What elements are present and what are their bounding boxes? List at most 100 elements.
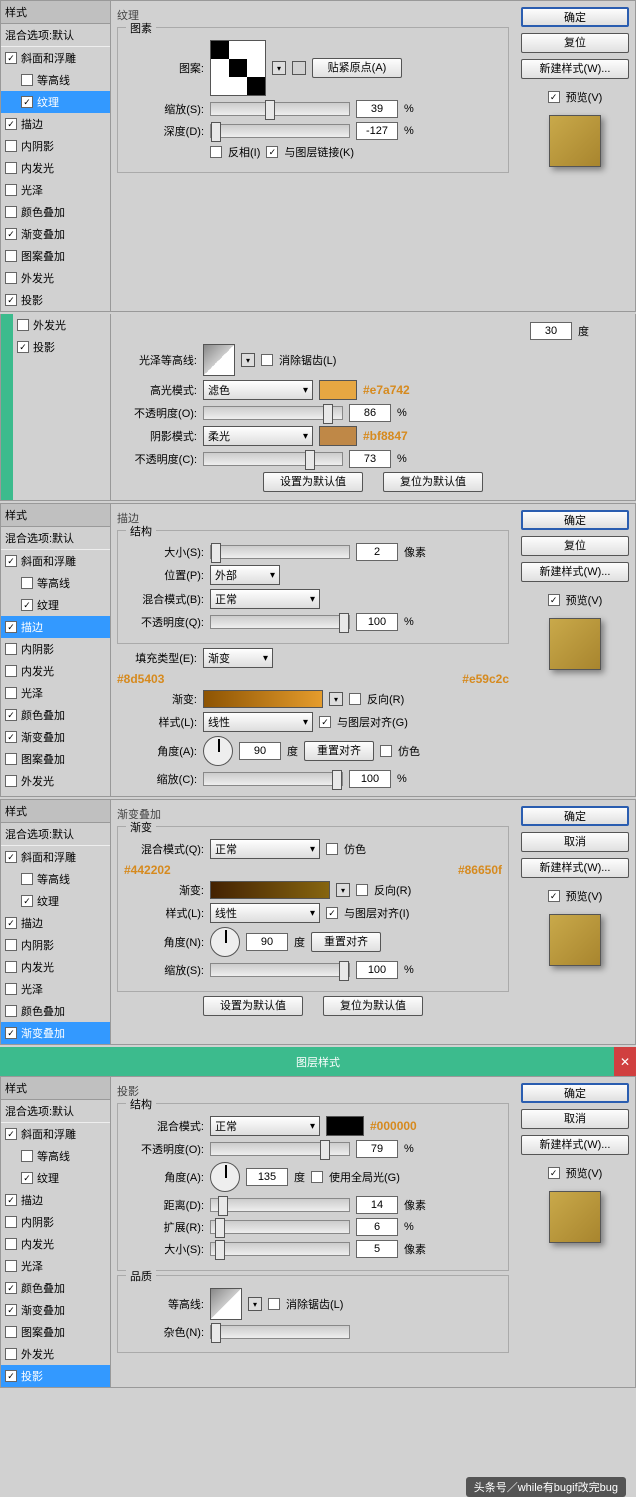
fill-type-select[interactable]: 渐变 [203, 648, 273, 668]
gradient-swatch[interactable] [203, 690, 323, 708]
preview-checkbox[interactable] [548, 91, 560, 103]
invert-checkbox[interactable] [210, 146, 222, 158]
angle-dial[interactable] [210, 1162, 240, 1192]
reset-button[interactable]: 复位 [521, 33, 629, 53]
antialias-checkbox[interactable] [268, 1298, 280, 1310]
style-drop-shadow[interactable]: 投影 [1, 1365, 110, 1387]
style-inner-glow[interactable]: 内发光 [1, 157, 110, 179]
ok-button[interactable]: 确定 [521, 1083, 629, 1103]
checkbox[interactable] [21, 96, 33, 108]
close-button[interactable]: ✕ [614, 1047, 636, 1076]
pattern-swatch[interactable] [210, 40, 266, 96]
style-stroke[interactable]: 描边 [1, 616, 110, 638]
gloss-contour[interactable] [203, 344, 235, 376]
blend-mode-select[interactable]: 正常 [210, 589, 320, 609]
position-select[interactable]: 外部 [210, 565, 280, 585]
scale-input[interactable]: 39 [356, 100, 398, 118]
checkbox[interactable] [17, 341, 29, 353]
checkbox[interactable] [5, 228, 17, 240]
style-gradient-overlay[interactable]: 渐变叠加 [1, 1022, 110, 1044]
ok-button[interactable]: 确定 [521, 806, 629, 826]
new-style-button[interactable]: 新建样式(W)... [521, 1135, 629, 1155]
style-texture[interactable]: 纹理 [1, 91, 110, 113]
style-gradient-overlay[interactable]: 渐变叠加 [1, 223, 110, 245]
depth-input[interactable]: -127 [356, 122, 398, 140]
ok-button[interactable]: 确定 [521, 7, 629, 27]
cancel-button[interactable]: 取消 [521, 1109, 629, 1129]
contour-swatch[interactable] [210, 1288, 242, 1320]
style-bevel[interactable]: 斜面和浮雕 [1, 47, 110, 69]
checkbox[interactable] [17, 319, 29, 331]
set-default-button[interactable]: 设置为默认值 [263, 472, 363, 492]
snap-origin-button[interactable]: 贴紧原点(A) [312, 58, 402, 78]
checkbox[interactable] [5, 184, 17, 196]
style-contour[interactable]: 等高线 [1, 69, 110, 91]
angle-dial[interactable] [210, 927, 240, 957]
new-style-button[interactable]: 新建样式(W)... [521, 858, 629, 878]
highlight-opacity-input[interactable]: 86 [349, 404, 391, 422]
shadow-color[interactable] [326, 1116, 364, 1136]
style-outer-glow[interactable]: 外发光 [13, 314, 110, 336]
checkbox[interactable] [5, 162, 17, 174]
reverse-checkbox[interactable] [356, 884, 368, 896]
style-pattern-overlay[interactable]: 图案叠加 [1, 245, 110, 267]
highlight-color[interactable] [319, 380, 357, 400]
angle-dial[interactable] [203, 736, 233, 766]
style-select[interactable]: 线性 [210, 903, 320, 923]
align-checkbox[interactable] [319, 716, 331, 728]
cancel-button[interactable]: 取消 [521, 832, 629, 852]
style-outer-glow[interactable]: 外发光 [1, 267, 110, 289]
style-drop-shadow[interactable]: 投影 [1, 289, 110, 311]
antialias-checkbox[interactable] [261, 354, 273, 366]
ok-button[interactable]: 确定 [521, 510, 629, 530]
checkbox[interactable] [5, 52, 17, 64]
new-pattern-icon[interactable] [292, 61, 306, 75]
dither-checkbox[interactable] [380, 745, 392, 757]
shadow-opacity-input[interactable]: 73 [349, 450, 391, 468]
checkbox[interactable] [5, 250, 17, 262]
shadow-color[interactable] [319, 426, 357, 446]
shadow-opacity-slider[interactable] [203, 452, 343, 466]
checkbox[interactable] [5, 140, 17, 152]
style-stroke[interactable]: 描边 [1, 113, 110, 135]
style-inner-shadow[interactable]: 内阴影 [1, 135, 110, 157]
align-checkbox[interactable] [326, 907, 338, 919]
highlight-mode-select[interactable]: 滤色 [203, 380, 313, 400]
checkbox[interactable] [5, 294, 17, 306]
distance-slider[interactable] [210, 1198, 350, 1212]
contour-dropdown[interactable]: ▾ [241, 353, 255, 367]
style-color-overlay[interactable]: 颜色叠加 [1, 201, 110, 223]
size-slider[interactable] [210, 545, 350, 559]
depth-slider[interactable] [210, 124, 350, 138]
new-style-button[interactable]: 新建样式(W)... [521, 59, 629, 79]
reset-button[interactable]: 复位 [521, 536, 629, 556]
global-light-checkbox[interactable] [311, 1171, 323, 1183]
set-default-button[interactable]: 设置为默认值 [203, 996, 303, 1016]
scale-slider[interactable] [203, 772, 343, 786]
style-select[interactable]: 线性 [203, 712, 313, 732]
gradient-swatch[interactable] [210, 881, 330, 899]
style-drop-shadow[interactable]: 投影 [13, 336, 110, 358]
scale-slider[interactable] [210, 963, 350, 977]
blend-options[interactable]: 混合选项:默认 [1, 24, 110, 47]
reset-align-button[interactable]: 重置对齐 [311, 932, 381, 952]
angle-input[interactable]: 30 [530, 322, 572, 340]
spread-slider[interactable] [210, 1220, 350, 1234]
blend-mode-select[interactable]: 正常 [210, 1116, 320, 1136]
checkbox[interactable] [5, 118, 17, 130]
blend-mode-select[interactable]: 正常 [210, 839, 320, 859]
scale-slider[interactable] [210, 102, 350, 116]
reverse-checkbox[interactable] [349, 693, 361, 705]
reset-default-button[interactable]: 复位为默认值 [323, 996, 423, 1016]
shadow-mode-select[interactable]: 柔光 [203, 426, 313, 446]
checkbox[interactable] [21, 74, 33, 86]
dither-checkbox[interactable] [326, 843, 338, 855]
opacity-slider[interactable] [210, 1142, 350, 1156]
style-satin[interactable]: 光泽 [1, 179, 110, 201]
pattern-dropdown[interactable]: ▾ [272, 61, 286, 75]
link-layer-checkbox[interactable] [266, 146, 278, 158]
noise-slider[interactable] [210, 1325, 350, 1339]
new-style-button[interactable]: 新建样式(W)... [521, 562, 629, 582]
checkbox[interactable] [5, 272, 17, 284]
checkbox[interactable] [5, 206, 17, 218]
